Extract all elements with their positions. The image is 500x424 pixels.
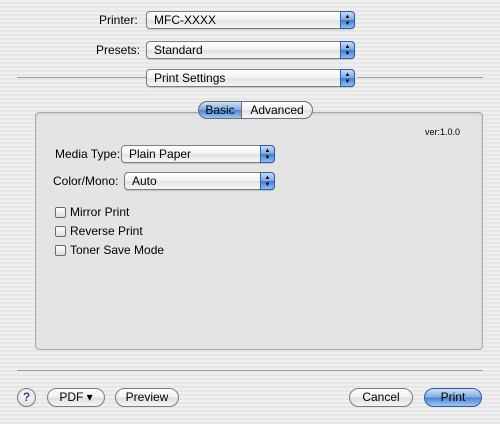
pdf-button[interactable]: PDF ▾: [47, 388, 105, 407]
presets-select[interactable]: Standard ▲ ▼: [146, 41, 355, 59]
printer-select-value: MFC-XXXX: [154, 13, 217, 27]
divider-right: [357, 77, 483, 78]
color-mono-select[interactable]: Auto ▲ ▼: [124, 172, 275, 190]
mirror-print-label: Mirror Print: [70, 205, 130, 219]
color-mono-select-value: Auto: [132, 174, 157, 188]
presets-label: Presets:: [96, 43, 141, 57]
footer-divider: [17, 370, 483, 371]
updown-arrows-icon: ▲ ▼: [340, 41, 355, 59]
toner-save-mode-label: Toner Save Mode: [70, 243, 165, 257]
color-mono-label: Color/Mono:: [53, 174, 119, 188]
tab-basic[interactable]: Basic: [198, 101, 242, 119]
help-button[interactable]: ?: [17, 388, 36, 407]
updown-arrows-icon: ▲ ▼: [260, 172, 275, 190]
section-select-value: Print Settings: [154, 71, 226, 85]
version-label: ver:1.0.0: [425, 127, 461, 137]
printer-select[interactable]: MFC-XXXX ▲ ▼: [146, 11, 355, 29]
mirror-print-checkbox[interactable]: [55, 207, 66, 218]
tab-advanced[interactable]: Advanced: [241, 101, 313, 119]
preview-button[interactable]: Preview: [115, 388, 179, 407]
cancel-button[interactable]: Cancel: [349, 388, 413, 407]
reverse-print-checkbox[interactable]: [55, 226, 66, 237]
updown-arrows-icon: ▲ ▼: [340, 11, 355, 29]
updown-arrows-icon: ▲ ▼: [260, 145, 275, 163]
media-type-label: Media Type:: [55, 147, 121, 161]
printer-label: Printer:: [99, 13, 138, 27]
print-button[interactable]: Print: [424, 388, 482, 407]
updown-arrows-icon: ▲ ▼: [340, 69, 355, 87]
toner-save-mode-checkbox[interactable]: [55, 245, 66, 256]
reverse-print-label: Reverse Print: [70, 224, 143, 238]
divider-left: [17, 77, 146, 78]
media-type-select[interactable]: Plain Paper ▲ ▼: [121, 145, 275, 163]
media-type-select-value: Plain Paper: [129, 147, 192, 161]
section-select[interactable]: Print Settings ▲ ▼: [146, 69, 355, 87]
presets-select-value: Standard: [154, 43, 203, 57]
